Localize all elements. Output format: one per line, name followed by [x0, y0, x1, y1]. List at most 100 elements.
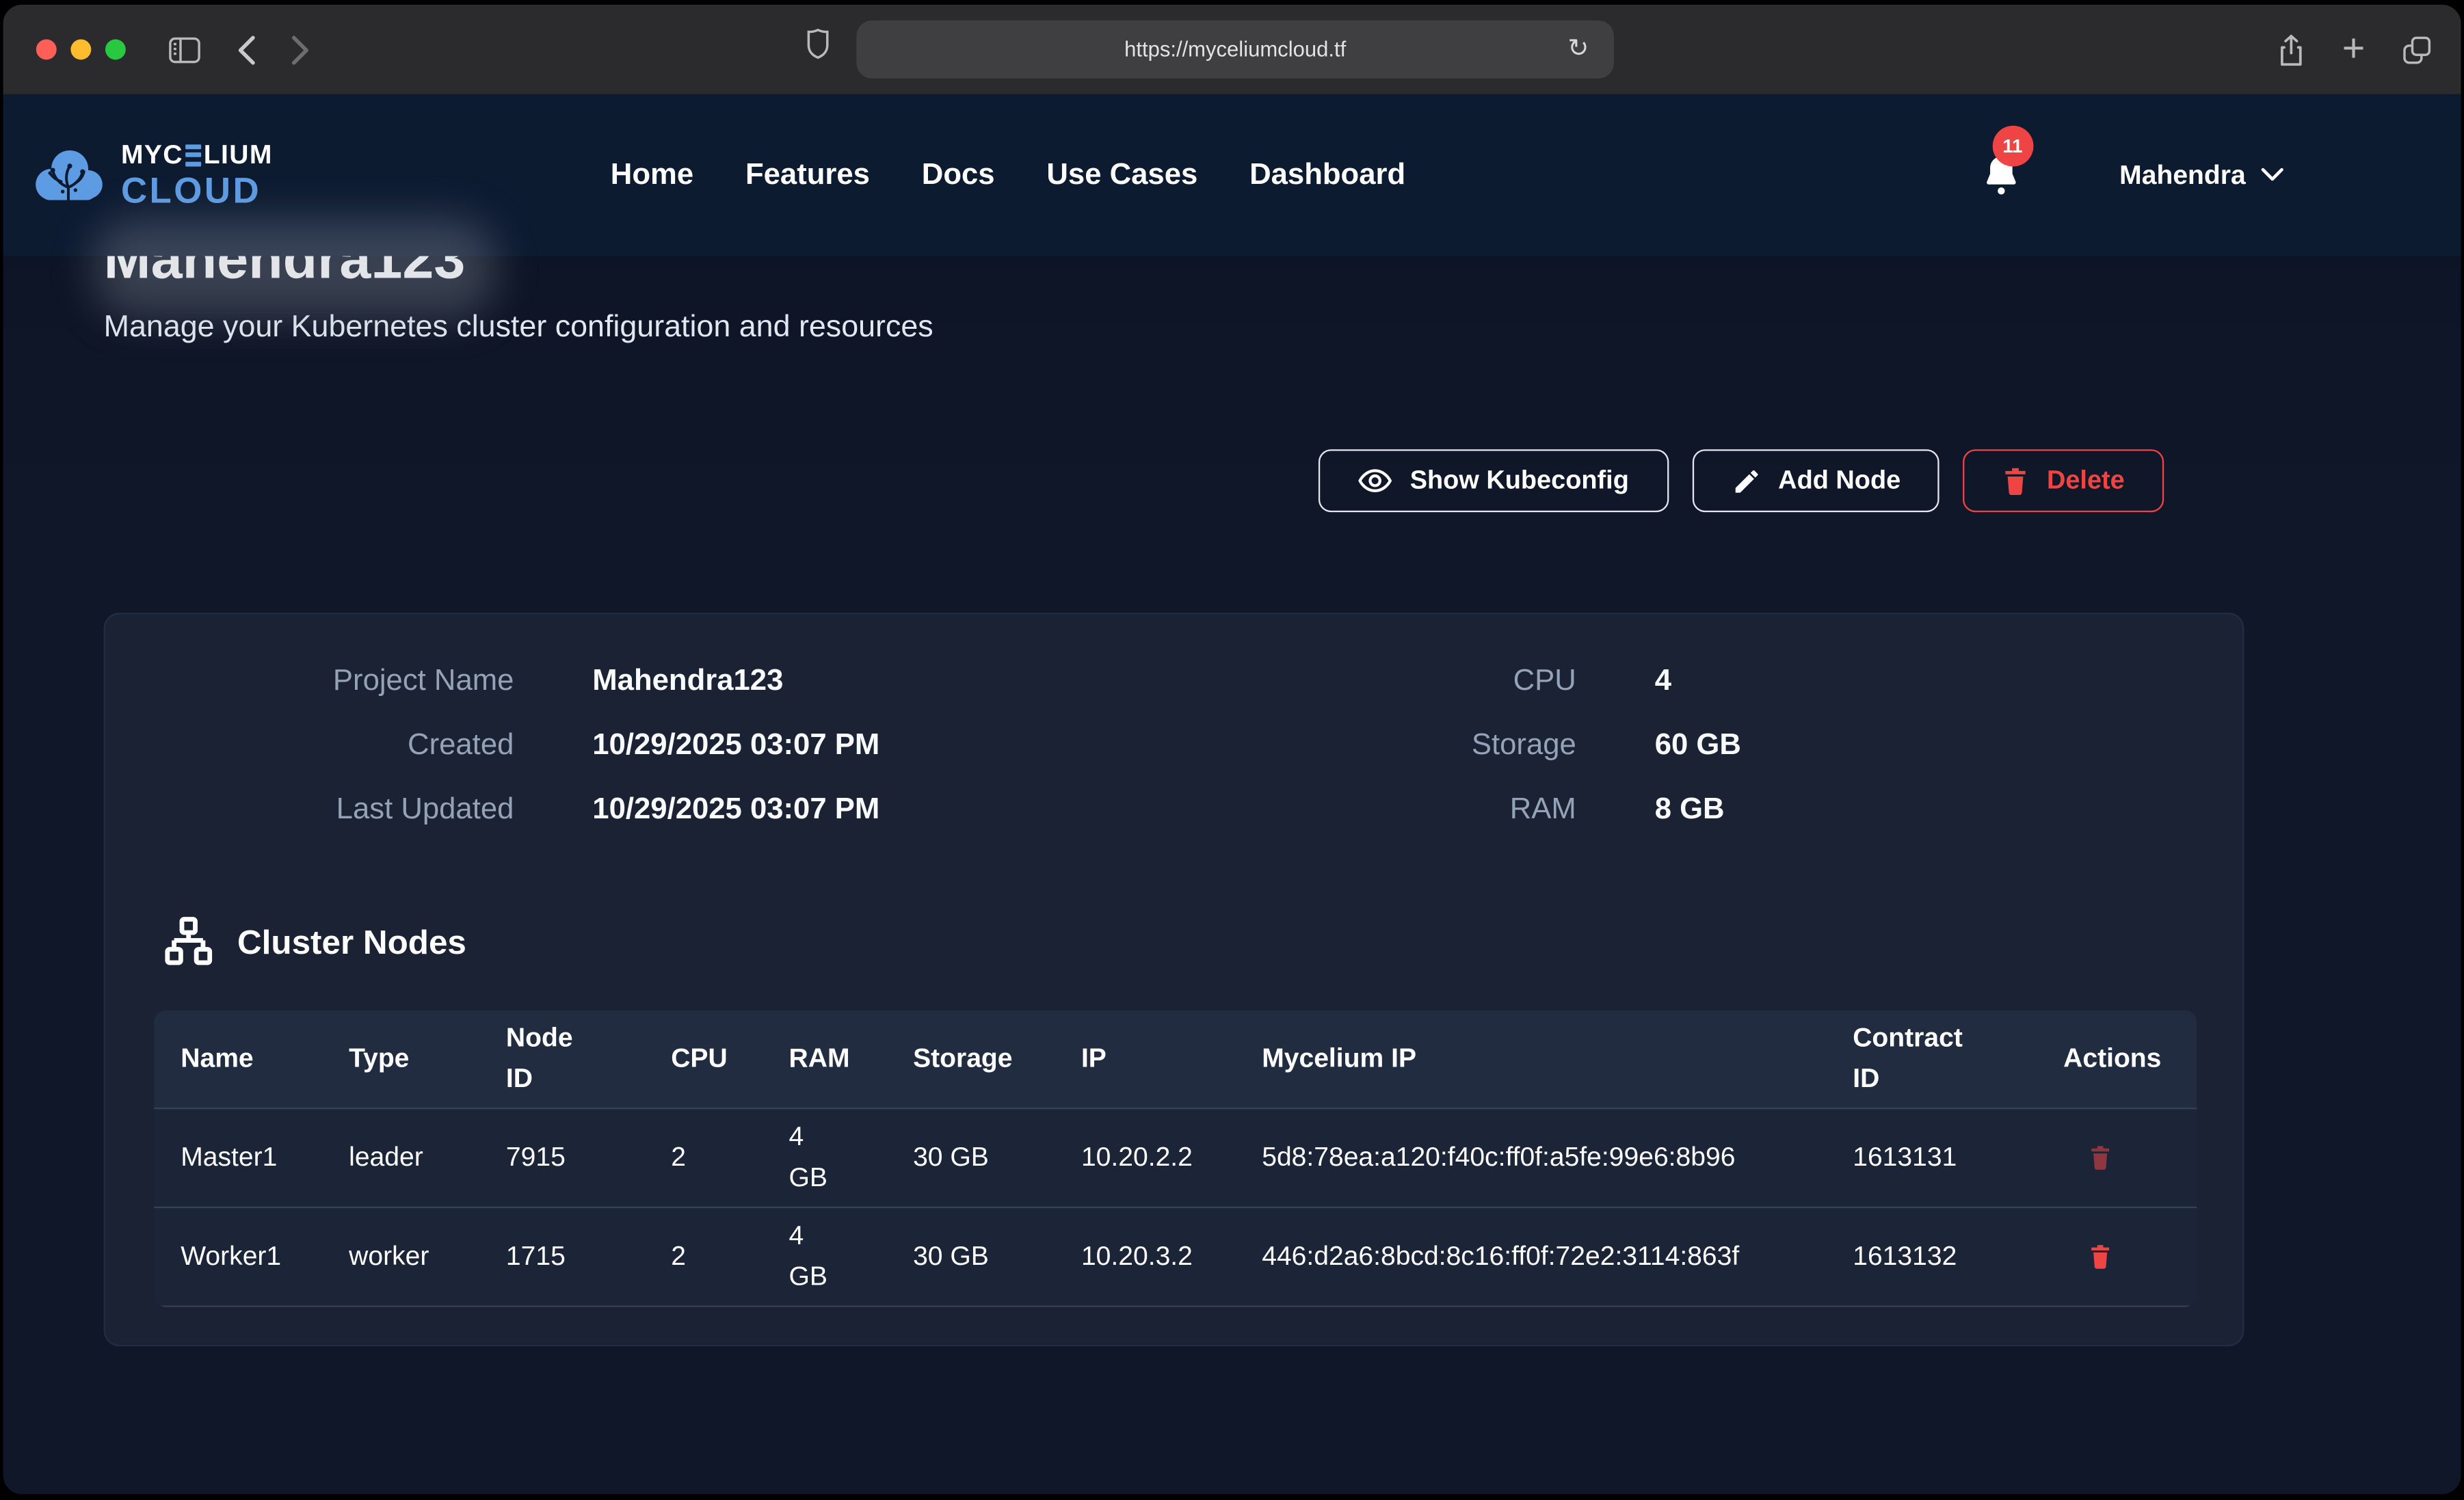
add-node-button[interactable]: Add Node [1692, 449, 1940, 512]
cell-contract-id: 1613131 [1853, 1142, 2063, 1174]
show-kubeconfig-label: Show Kubeconfig [1410, 466, 1629, 496]
cell-node-id: 1715 [506, 1241, 671, 1272]
cell-contract-id: 1613132 [1853, 1241, 2063, 1272]
cpu-value: 4 [1655, 665, 2195, 699]
cluster-nodes-title: Cluster Nodes [237, 923, 466, 962]
project-name-value: Mahendra123 [592, 665, 1215, 699]
address-bar[interactable]: https://myceliumcloud.tf ↻ [856, 21, 1614, 79]
browser-chrome: https://myceliumcloud.tf ↻ + [3, 5, 2461, 94]
eye-icon [1358, 466, 1393, 494]
back-icon[interactable] [236, 34, 256, 65]
cell-type: leader [349, 1142, 506, 1174]
cell-actions [2063, 1243, 2197, 1271]
cell-ram: 4 GB [789, 1216, 914, 1298]
created-label: Created [153, 729, 514, 764]
nav-item-features[interactable]: Features [745, 158, 870, 193]
user-name: Mahendra [2119, 159, 2246, 191]
address-bar-url: https://myceliumcloud.tf [1124, 38, 1346, 61]
brand-line-mycelium: MYCLIUM [121, 142, 273, 168]
storage-value: 60 GB [1655, 729, 2195, 764]
table-row: Worker1 worker 1715 2 4 GB 30 GB 10.20.3… [154, 1207, 2197, 1306]
col-ip: IP [1081, 1043, 1262, 1075]
cpu-label: CPU [1293, 665, 1576, 699]
cell-ip: 10.20.3.2 [1081, 1241, 1262, 1272]
nav-item-dashboard[interactable]: Dashboard [1249, 158, 1405, 193]
cell-type: worker [349, 1241, 506, 1272]
nav-item-home[interactable]: Home [611, 158, 693, 193]
cell-name: Worker1 [181, 1241, 349, 1272]
cell-name: Master1 [181, 1142, 349, 1174]
delete-cluster-button[interactable]: Delete [1963, 449, 2164, 512]
cell-mycelium-ip: 5d8:78ea:a120:f40c:ff0f:a5fe:99e6:8b96 [1262, 1138, 1853, 1178]
cluster-actions-row: Show Kubeconfig Add Node [104, 449, 2244, 512]
last-updated-label: Last Updated [153, 793, 514, 828]
pencil-icon [1731, 466, 1761, 496]
nav-right: 11 Mahendra [1980, 152, 2285, 199]
delete-label: Delete [2047, 466, 2125, 496]
traffic-lights [36, 39, 126, 59]
history-nav [236, 34, 311, 65]
sidebar-toggle-icon[interactable] [168, 36, 201, 64]
col-contract-id: Contract ID [1853, 1017, 2063, 1100]
site-navbar: MYCLIUM CLOUD Home Features Docs Use Cas… [3, 94, 2461, 256]
cell-storage: 30 GB [913, 1241, 1081, 1272]
cell-cpu: 2 [671, 1241, 789, 1272]
project-name-label: Project Name [153, 665, 514, 699]
last-updated-value: 10/29/2025 03:07 PM [592, 793, 1215, 828]
table-bottom-divider [154, 1306, 2197, 1307]
mycelium-cloud-logo-icon [31, 144, 105, 206]
chrome-right-controls: + [2278, 5, 2433, 94]
col-node-id: Node ID [506, 1017, 671, 1100]
close-window-button[interactable] [36, 39, 57, 59]
forward-icon[interactable] [291, 34, 311, 65]
cluster-nodes-heading: Cluster Nodes [162, 916, 2242, 969]
brand-text: MYCLIUM CLOUD [121, 142, 273, 209]
cell-ram: 4 GB [789, 1116, 914, 1199]
col-type: Type [349, 1043, 506, 1075]
add-node-label: Add Node [1778, 466, 1900, 496]
share-icon[interactable] [2278, 32, 2306, 67]
col-actions: Actions [2063, 1043, 2197, 1075]
notifications-bell-icon[interactable]: 11 [1980, 152, 2022, 199]
user-menu[interactable]: Mahendra [2119, 159, 2285, 191]
reload-icon[interactable]: ↻ [1559, 31, 1598, 66]
nav-item-use-cases[interactable]: Use Cases [1046, 158, 1197, 193]
col-cpu: CPU [671, 1043, 789, 1075]
site-content: MYCLIUM CLOUD Home Features Docs Use Cas… [3, 94, 2461, 1494]
col-storage: Storage [913, 1043, 1081, 1075]
nav-links: Home Features Docs Use Cases Dashboard [611, 158, 1405, 193]
brand-e-bars-icon [185, 144, 201, 165]
cluster-content: Show Kubeconfig Add Node [104, 449, 2244, 1346]
storage-label: Storage [1293, 729, 1576, 764]
cell-ip: 10.20.2.2 [1081, 1142, 1262, 1174]
tab-overview-icon[interactable] [2401, 34, 2433, 65]
zoom-window-button[interactable] [105, 39, 126, 59]
cell-storage: 30 GB [913, 1142, 1081, 1174]
cell-cpu: 2 [671, 1142, 789, 1174]
new-tab-icon[interactable]: + [2342, 30, 2366, 69]
ram-label: RAM [1293, 793, 1576, 828]
show-kubeconfig-button[interactable]: Show Kubeconfig [1319, 449, 1668, 512]
delete-node-icon[interactable] [2063, 1144, 2112, 1172]
sitemap-icon [162, 916, 215, 969]
minimize-window-button[interactable] [70, 39, 91, 59]
brand[interactable]: MYCLIUM CLOUD [31, 142, 273, 209]
privacy-shield-icon[interactable] [805, 27, 832, 62]
table-header-row: Name Type Node ID CPU RAM Storage IP Myc… [154, 1010, 2197, 1108]
nav-item-docs[interactable]: Docs [922, 158, 995, 193]
ram-value: 8 GB [1655, 793, 2195, 828]
page-body: Mahendra123 Manage your Kubernetes clust… [3, 228, 2461, 1346]
trash-icon [2003, 466, 2030, 496]
screen: https://myceliumcloud.tf ↻ + [0, 0, 2464, 1500]
cluster-details-panel: Project Name Mahendra123 CPU 4 Created 1… [104, 613, 2244, 1346]
col-name: Name [181, 1043, 349, 1075]
project-info-grid: Project Name Mahendra123 CPU 4 Created 1… [105, 665, 2242, 828]
page-subtitle: Manage your Kubernetes cluster configura… [104, 310, 2461, 346]
col-mycelium-ip: Mycelium IP [1262, 1043, 1853, 1075]
delete-node-icon[interactable] [2063, 1243, 2112, 1271]
brand-line-cloud: CLOUD [121, 173, 273, 209]
chevron-down-icon [2260, 167, 2285, 184]
cell-node-id: 7915 [506, 1142, 671, 1174]
cell-mycelium-ip: 446:d2a6:8bcd:8c16:ff0f:72e2:3114:863f [1262, 1237, 1853, 1277]
cell-actions [2063, 1144, 2197, 1172]
